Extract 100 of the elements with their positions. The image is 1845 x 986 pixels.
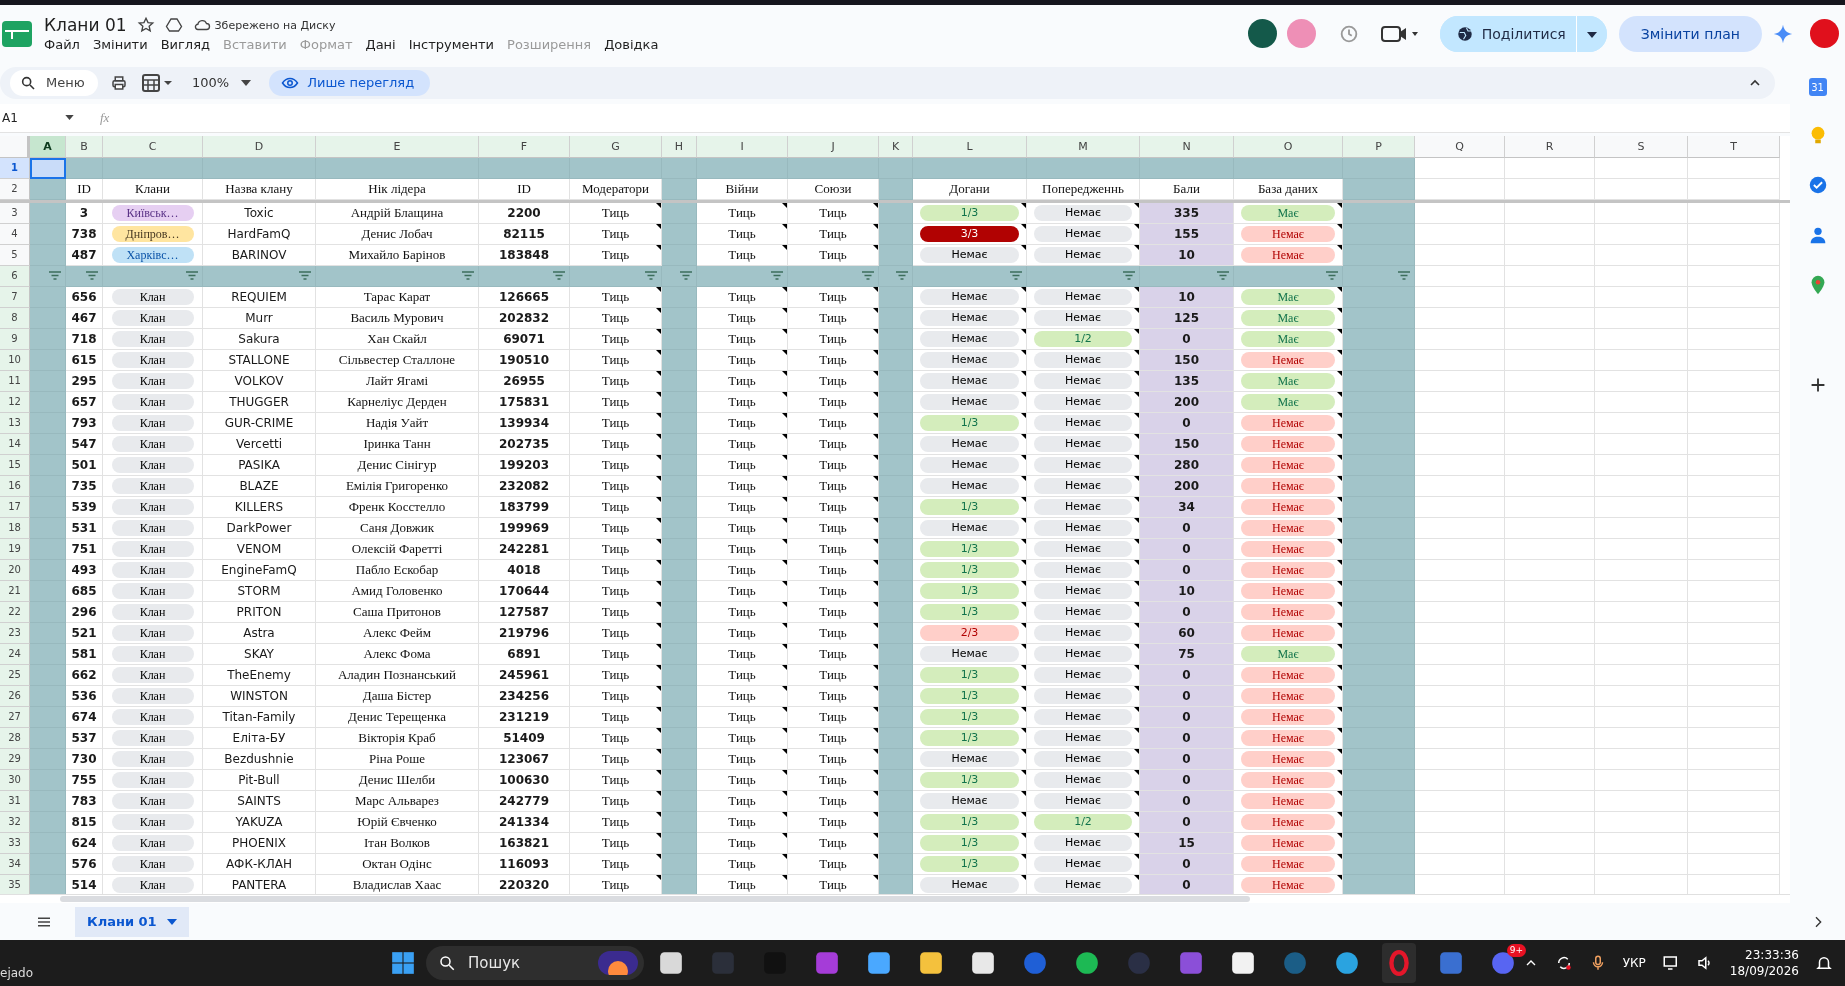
filter-icon[interactable]: [771, 271, 783, 281]
filter-icon[interactable]: [553, 271, 565, 281]
warning-status-chip[interactable]: Немає: [1034, 645, 1132, 662]
database-status-chip[interactable]: Має: [1241, 372, 1335, 389]
star-icon[interactable]: [136, 16, 155, 34]
row-number[interactable]: 19: [0, 538, 30, 560]
taskbar-search-input[interactable]: Пошук: [466, 953, 588, 973]
reprimand-status-chip[interactable]: Немає: [920, 330, 1019, 347]
warning-status-chip[interactable]: Немає: [1034, 624, 1132, 641]
reprimand-status-chip[interactable]: 1/3: [920, 540, 1019, 557]
reprimand-status-chip[interactable]: 1/3: [920, 708, 1019, 725]
warning-status-chip[interactable]: Немає: [1034, 771, 1132, 788]
reprimand-status-chip[interactable]: Немає: [920, 288, 1019, 305]
database-status-chip[interactable]: Немає: [1241, 540, 1335, 557]
reprimand-status-chip[interactable]: Немає: [920, 645, 1019, 662]
row-number[interactable]: 3: [0, 202, 30, 224]
round-app-icon[interactable]: [1022, 950, 1048, 976]
reprimand-status-chip[interactable]: Немає: [920, 393, 1019, 410]
row-number[interactable]: 21: [0, 580, 30, 602]
database-status-chip[interactable]: Немає: [1241, 708, 1335, 725]
column-header[interactable]: S: [1595, 135, 1688, 158]
reprimand-status-chip[interactable]: Немає: [920, 351, 1019, 368]
clock-time[interactable]: 23:33:36: [1745, 947, 1799, 963]
weather-text[interactable]: ejado: [0, 966, 34, 980]
clan-tag[interactable]: Клан: [111, 687, 194, 704]
reprimand-status-chip[interactable]: 1/3: [920, 687, 1019, 704]
column-header[interactable]: J: [788, 135, 879, 158]
filter-icon[interactable]: [645, 271, 657, 281]
database-status-chip[interactable]: Немає: [1241, 666, 1335, 683]
clan-tag[interactable]: Клан: [111, 750, 194, 767]
music-app-icon[interactable]: [1074, 950, 1100, 976]
warning-status-chip[interactable]: Немає: [1034, 393, 1132, 410]
row-number[interactable]: 35: [0, 874, 30, 895]
reprimand-status-chip[interactable]: 1/3: [920, 498, 1019, 515]
database-status-chip[interactable]: Немає: [1241, 477, 1335, 494]
row-number[interactable]: 34: [0, 853, 30, 875]
square-app-icon[interactable]: [1438, 950, 1464, 976]
reprimand-status-chip[interactable]: 1/3: [920, 771, 1019, 788]
warning-status-chip[interactable]: Немає: [1034, 666, 1132, 683]
row-number[interactable]: 2: [0, 178, 30, 200]
row-number[interactable]: 15: [0, 454, 30, 476]
warning-status-chip[interactable]: Немає: [1034, 309, 1132, 326]
profile-avatar-icon[interactable]: [1810, 19, 1839, 48]
paper-plane-app-icon[interactable]: [1334, 950, 1360, 976]
column-header[interactable]: T: [1688, 135, 1780, 158]
clan-tag[interactable]: Клан: [111, 771, 194, 788]
warning-status-chip[interactable]: Немає: [1034, 204, 1132, 221]
row-number[interactable]: 4: [0, 223, 30, 245]
row-number[interactable]: 8: [0, 307, 30, 329]
warning-status-chip[interactable]: Немає: [1034, 561, 1132, 578]
row-number[interactable]: 32: [0, 811, 30, 833]
clock-date[interactable]: 18/09/2026: [1729, 963, 1799, 979]
menu-item[interactable]: Дані: [365, 37, 396, 52]
clan-tag[interactable]: Клан: [111, 414, 194, 431]
reprimand-status-chip[interactable]: Немає: [920, 750, 1019, 767]
menu-item[interactable]: Інструменти: [408, 37, 495, 52]
reprimand-status-chip[interactable]: Немає: [920, 876, 1019, 893]
database-status-chip[interactable]: Немає: [1241, 582, 1335, 599]
column-header[interactable]: Q: [1415, 135, 1505, 158]
drive-icon[interactable]: [164, 16, 183, 34]
monitor-icon[interactable]: [1661, 954, 1680, 972]
row-number[interactable]: 25: [0, 664, 30, 686]
reprimand-status-chip[interactable]: Немає: [920, 477, 1019, 494]
warning-status-chip[interactable]: Немає: [1034, 246, 1132, 263]
column-header[interactable]: G: [570, 135, 662, 158]
menu-item[interactable]: Файл: [44, 37, 80, 52]
database-status-chip[interactable]: Має: [1241, 309, 1335, 326]
row-number[interactable]: 22: [0, 601, 30, 623]
warning-status-chip[interactable]: Немає: [1034, 414, 1132, 431]
filter-icon[interactable]: [862, 271, 874, 281]
row-number[interactable]: 30: [0, 769, 30, 791]
folder-icon[interactable]: [918, 950, 944, 976]
row-number[interactable]: 5: [0, 244, 30, 266]
row-number[interactable]: 16: [0, 475, 30, 497]
reprimand-status-chip[interactable]: Немає: [920, 792, 1019, 809]
filter-icon[interactable]: [299, 271, 311, 281]
database-status-chip[interactable]: Має: [1241, 288, 1335, 305]
database-status-chip[interactable]: Немає: [1241, 498, 1335, 515]
column-header[interactable]: R: [1505, 135, 1595, 158]
reprimand-status-chip[interactable]: 1/3: [920, 414, 1019, 431]
row-number[interactable]: 26: [0, 685, 30, 707]
menu-item[interactable]: Змінити: [92, 37, 148, 52]
filter-icon[interactable]: [1217, 271, 1229, 281]
database-status-chip[interactable]: Немає: [1241, 225, 1335, 242]
editor-app-icon[interactable]: [1230, 950, 1256, 976]
row-number[interactable]: 12: [0, 391, 30, 413]
database-status-chip[interactable]: Має: [1241, 645, 1335, 662]
column-header[interactable]: K: [879, 135, 913, 158]
view-only-button[interactable]: Лише перегляд: [269, 69, 431, 96]
reprimand-status-chip[interactable]: Немає: [920, 519, 1019, 536]
warning-status-chip[interactable]: Немає: [1034, 456, 1132, 473]
database-status-chip[interactable]: Немає: [1241, 435, 1335, 452]
warning-status-chip[interactable]: Немає: [1034, 519, 1132, 536]
calendar-icon[interactable]: 31: [1808, 78, 1827, 96]
column-header[interactable]: M: [1027, 135, 1140, 158]
print-icon[interactable]: [110, 73, 128, 92]
database-status-chip[interactable]: Немає: [1241, 519, 1335, 536]
clan-tag[interactable]: Клан: [111, 477, 194, 494]
clan-tag[interactable]: Дніпров…: [111, 225, 194, 242]
menu-search-input[interactable]: Меню: [44, 74, 98, 92]
